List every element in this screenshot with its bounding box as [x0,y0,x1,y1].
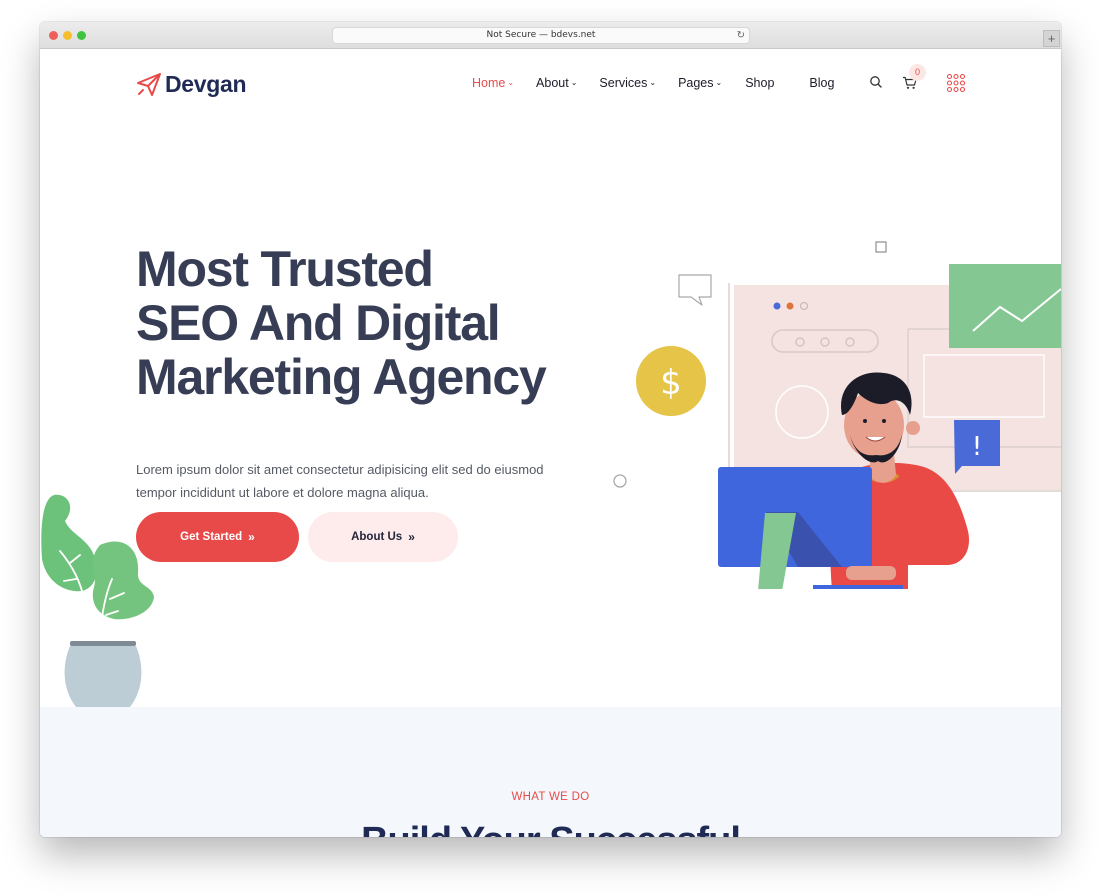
hero-description-line: Lorem ipsum dolor sit amet consectetur a… [136,462,544,477]
what-we-do-section: WHAT WE DO Build Your Successful [40,707,1061,837]
seo-hero-illustration: $ ! [613,241,1061,589]
section-title: Build Your Successful [40,820,1061,837]
browser-titlebar: Not Secure — bdevs.net ↻ + [40,22,1061,49]
paper-plane-icon [137,73,161,96]
about-us-button[interactable]: About Us » [308,512,458,562]
reload-icon[interactable]: ↻ [737,28,745,43]
minimize-window-button[interactable] [63,31,72,40]
browser-window: Not Secure — bdevs.net ↻ + Devgan Home ⌄… [40,22,1061,837]
section-eyebrow: WHAT WE DO [511,791,590,803]
hero-title-line: Marketing Agency [136,349,547,405]
get-started-button[interactable]: Get Started » [136,512,299,562]
nav-item-pages[interactable]: Pages ⌄ [678,76,722,90]
nav-item-about[interactable]: About ⌄ [536,76,577,90]
potted-plant-illustration [41,494,154,707]
new-tab-button[interactable]: + [1043,30,1060,47]
grid-menu-icon[interactable] [946,73,966,93]
double-chevron-right-icon: » [408,530,415,544]
nav-label-services: Services [599,76,648,90]
hero-description-line: tempor incididunt ut labore et dolore ma… [136,485,429,500]
nav-label-shop: Shop [745,76,775,90]
nav-label-home: Home [472,76,506,90]
main-nav: Home ⌄ About ⌄ Services ⌄ Pages ⌄ Shop B… [472,76,856,90]
hero-title: Most Trusted SEO And Digital Marketing A… [136,242,596,404]
chevron-down-icon: ⌄ [507,77,515,87]
nav-item-blog[interactable]: Blog [809,76,834,90]
close-window-button[interactable] [49,31,58,40]
nav-item-home[interactable]: Home ⌄ [472,76,514,90]
alert-icon: ! [972,432,982,462]
nav-label-pages: Pages [678,76,714,90]
nav-item-services[interactable]: Services ⌄ [599,76,656,90]
hero-description: Lorem ipsum dolor sit amet consectetur a… [136,458,576,504]
site-logo[interactable]: Devgan [136,69,247,99]
hero-title-line: Most Trusted [136,241,434,297]
address-bar-text: Not Secure — bdevs.net [486,30,596,40]
get-started-label: Get Started [180,531,243,543]
zoom-window-button[interactable] [77,31,86,40]
double-chevron-right-icon: » [248,530,255,544]
web-page: Devgan Home ⌄ About ⌄ Services ⌄ Pages ⌄… [40,49,1061,837]
dollar-icon: $ [660,363,682,403]
chevron-down-icon: ⌄ [715,77,723,87]
chevron-down-icon: ⌄ [570,77,578,87]
chevron-down-icon: ⌄ [649,77,657,87]
cart-count-badge: 0 [909,64,926,81]
address-bar[interactable]: Not Secure — bdevs.net ↻ [332,27,750,44]
hero-title-line: SEO And Digital [136,295,501,351]
about-us-label: About Us [351,531,403,543]
logo-text: Devgan [165,70,247,97]
nav-label-about: About [536,76,569,90]
search-icon[interactable] [868,74,884,90]
nav-label-blog: Blog [809,76,835,90]
nav-item-shop[interactable]: Shop [745,76,774,90]
